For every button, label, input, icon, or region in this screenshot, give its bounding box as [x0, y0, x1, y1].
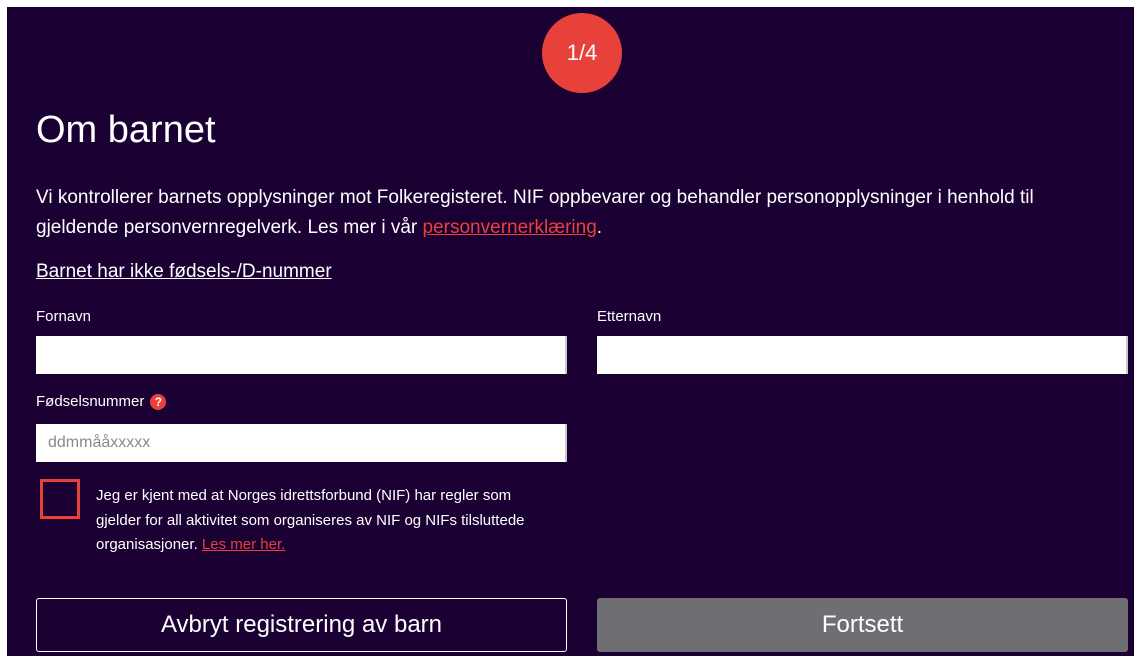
no-id-number-link[interactable]: Barnet har ikke fødsels-/D-nummer [36, 261, 332, 283]
step-indicator-text: 1/4 [566, 40, 598, 65]
registration-panel: 1/4 Om barnet Vi kontrollerer barnets op… [7, 7, 1134, 656]
privacy-link[interactable]: personvernerklæring [423, 217, 597, 238]
first-name-label: Fornavn [36, 308, 92, 325]
intro-paragraph: Vi kontrollerer barnets opplysninger mot… [36, 183, 1116, 243]
last-name-label: Etternavn [597, 308, 662, 325]
ssn-label-row: Fødselsnummer? [36, 393, 167, 411]
consent-text: Jeg er kjent med at Norges idrettsforbun… [96, 487, 525, 553]
first-name-input[interactable] [36, 336, 567, 374]
intro-end: . [596, 217, 603, 238]
continue-button[interactable]: Fortsett [597, 598, 1128, 652]
question-circle-icon[interactable]: ? [150, 394, 167, 411]
last-name-input[interactable] [597, 336, 1128, 374]
step-indicator: 1/4 [542, 13, 622, 93]
page-title: Om barnet [36, 109, 216, 151]
consent-checkbox[interactable] [40, 479, 80, 519]
read-more-link[interactable]: Les mer her. [202, 536, 285, 553]
ssn-label: Fødselsnummer [36, 393, 145, 410]
consent-paragraph: Jeg er kjent med at Norges idrettsforbun… [96, 484, 556, 558]
ssn-input[interactable] [36, 424, 567, 462]
cancel-registration-button[interactable]: Avbryt registrering av barn [36, 598, 567, 652]
